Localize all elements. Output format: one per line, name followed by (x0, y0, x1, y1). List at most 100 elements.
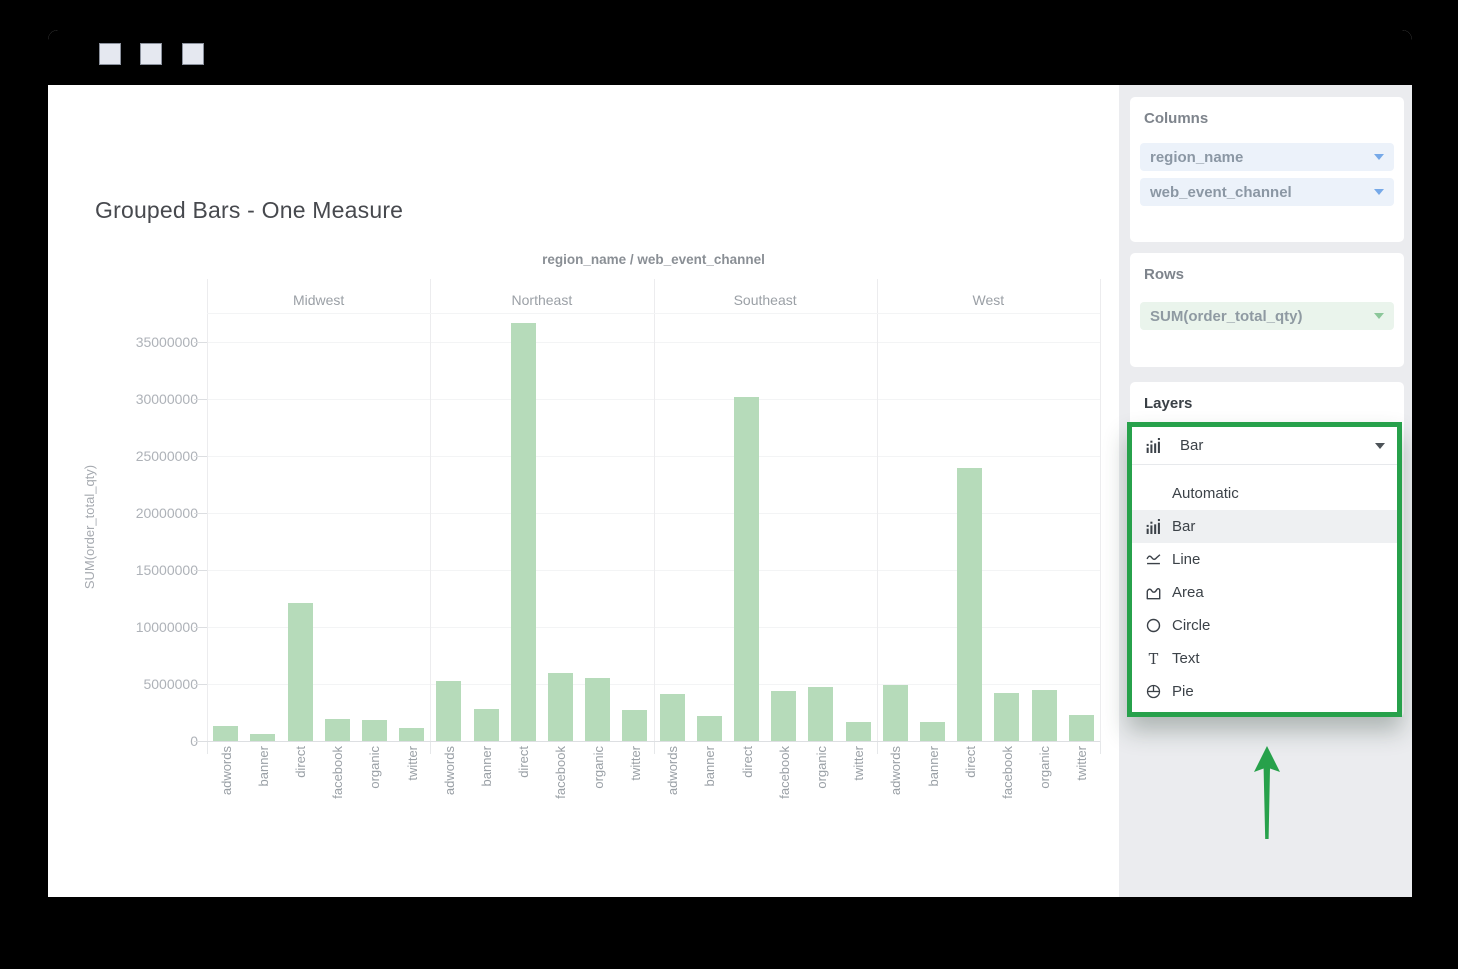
columns-header: Columns (1144, 110, 1208, 127)
window-titlebar (48, 30, 1412, 85)
y-tick-mark (194, 456, 207, 457)
text-chart-icon: T (1146, 651, 1164, 666)
layer-option-bar[interactable]: Bar (1132, 510, 1397, 543)
column-field-web-event-channel[interactable]: web_event_channel (1140, 178, 1394, 206)
window-control-square[interactable] (182, 43, 204, 65)
bar-midwest-direct[interactable] (288, 603, 313, 741)
x-tick-label: direct (516, 746, 531, 778)
layer-option-label: Text (1172, 650, 1200, 667)
y-tick-label: 10000000 (68, 617, 198, 637)
x-tick-label: banner (926, 746, 941, 786)
bar-midwest-facebook[interactable] (325, 719, 350, 741)
x-tick-label: twitter (405, 746, 420, 781)
bar-southeast-facebook[interactable] (771, 691, 796, 741)
option-icon-spacer (1146, 486, 1164, 501)
window-content: Grouped Bars - One Measure region_name /… (48, 85, 1412, 897)
bar-midwest-twitter[interactable] (399, 728, 424, 741)
x-tick-mark (207, 741, 208, 754)
column-field-region-name[interactable]: region_name (1140, 143, 1394, 171)
y-tick-label: 15000000 (68, 560, 198, 580)
bar-northeast-direct[interactable] (511, 323, 536, 741)
layer-type-dropdown: Bar Automatic Bar Line Area Circle T Text Pie (1127, 422, 1402, 717)
bar-west-banner[interactable] (920, 722, 945, 741)
y-tick-mark (194, 513, 207, 514)
row-field-sum-order-total-qty[interactable]: SUM(order_total_qty) (1140, 302, 1394, 330)
rows-header: Rows (1144, 266, 1184, 283)
layer-option-line[interactable]: Line (1132, 543, 1397, 576)
x-tick-label: adwords (219, 746, 234, 795)
facet-separator (877, 279, 878, 741)
bar-southeast-adwords[interactable] (660, 694, 685, 741)
x-tick-mark (877, 741, 878, 754)
bar-west-adwords[interactable] (883, 685, 908, 741)
bar-southeast-direct[interactable] (734, 397, 759, 741)
bar-northeast-adwords[interactable] (436, 681, 461, 741)
bar-southeast-organic[interactable] (808, 687, 833, 741)
bar-northeast-banner[interactable] (474, 709, 499, 741)
annotation-arrow-icon (1250, 745, 1284, 841)
bar-chart-icon (1146, 438, 1164, 453)
x-tick-mark (430, 741, 431, 754)
bar-northeast-twitter[interactable] (622, 710, 647, 741)
bar-northeast-organic[interactable] (585, 678, 610, 741)
y-tick-label: 5000000 (68, 674, 198, 694)
layer-type-options: Automatic Bar Line Area Circle T Text Pie (1132, 465, 1397, 708)
x-tick-label: adwords (888, 746, 903, 795)
chevron-down-icon (1375, 443, 1385, 449)
bar-midwest-banner[interactable] (250, 734, 275, 741)
x-tick-label: twitter (1074, 746, 1089, 781)
bar-west-organic[interactable] (1032, 690, 1057, 741)
layer-option-text[interactable]: T Text (1132, 642, 1397, 675)
x-tick-label: twitter (851, 746, 866, 781)
x-tick-label: direct (293, 746, 308, 778)
layer-option-pie[interactable]: Pie (1132, 675, 1397, 708)
svg-text:T: T (1149, 652, 1159, 666)
layer-type-select[interactable]: Bar (1132, 427, 1397, 465)
x-tick-mark (654, 741, 655, 754)
x-tick-label: organic (591, 746, 606, 789)
window-control-square[interactable] (140, 43, 162, 65)
bar-southeast-banner[interactable] (697, 716, 722, 741)
bar-west-facebook[interactable] (994, 693, 1019, 741)
column-field-label: web_event_channel (1150, 184, 1292, 201)
app-window: Grouped Bars - One Measure region_name /… (48, 30, 1412, 897)
layer-type-value: Bar (1180, 437, 1203, 454)
facet-header-label: West (877, 292, 1100, 308)
line-chart-icon (1146, 552, 1164, 567)
facet-separator (430, 279, 431, 741)
x-tick-label: adwords (442, 746, 457, 795)
x-tick-label: banner (702, 746, 717, 786)
chevron-down-icon (1374, 313, 1384, 319)
y-tick-label: 35000000 (68, 332, 198, 352)
x-tick-label: facebook (777, 746, 792, 799)
bar-northeast-facebook[interactable] (548, 673, 573, 741)
bar-midwest-adwords[interactable] (213, 726, 238, 741)
x-tick-label: banner (256, 746, 271, 786)
pie-chart-icon (1146, 684, 1164, 699)
y-tick-label: 20000000 (68, 503, 198, 523)
layer-option-area[interactable]: Area (1132, 576, 1397, 609)
y-tick-label: 0 (68, 731, 198, 751)
bar-west-twitter[interactable] (1069, 715, 1094, 741)
layer-option-automatic[interactable]: Automatic (1132, 477, 1397, 510)
x-tick-label: twitter (628, 746, 643, 781)
chart-panel: Grouped Bars - One Measure region_name /… (48, 85, 1119, 897)
x-axis-line (207, 741, 1100, 742)
layer-option-label: Area (1172, 584, 1204, 601)
layer-option-label: Automatic (1172, 485, 1239, 502)
facet-separator (1100, 279, 1101, 741)
bar-midwest-organic[interactable] (362, 720, 387, 741)
y-tick-mark (194, 570, 207, 571)
layer-option-label: Line (1172, 551, 1200, 568)
bar-southeast-twitter[interactable] (846, 722, 871, 741)
x-tick-label: facebook (1000, 746, 1015, 799)
x-tick-label: adwords (665, 746, 680, 795)
bar-west-direct[interactable] (957, 468, 982, 741)
facet-header-divider (207, 313, 1100, 314)
x-tick-label: direct (740, 746, 755, 778)
x-tick-label: banner (479, 746, 494, 786)
window-control-square[interactable] (99, 43, 121, 65)
facet-header-label: Midwest (207, 292, 430, 308)
layer-option-circle[interactable]: Circle (1132, 609, 1397, 642)
x-tick-label: facebook (553, 746, 568, 799)
